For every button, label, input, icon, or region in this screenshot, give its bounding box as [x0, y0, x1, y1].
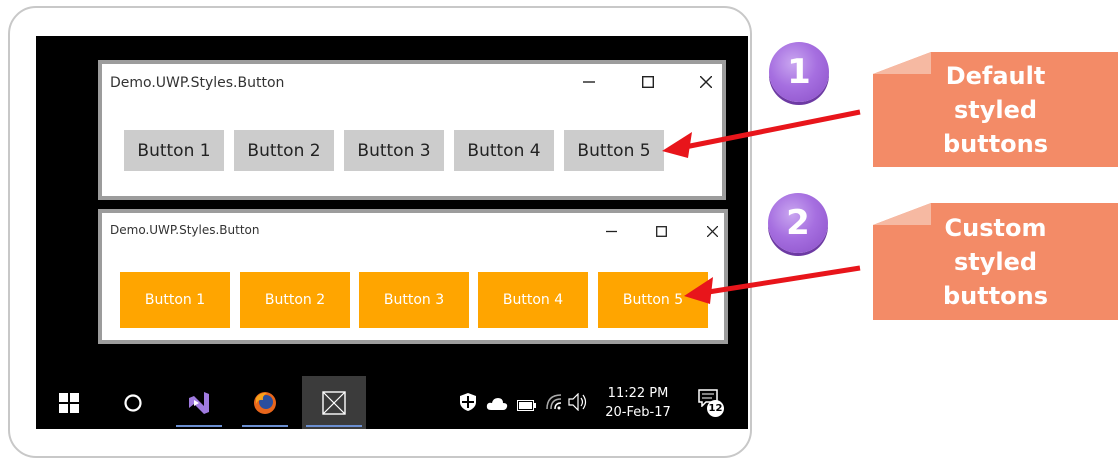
- running-indicator: [242, 425, 288, 427]
- annotation-badge-1: 1: [769, 42, 829, 102]
- window-title: Demo.UWP.Styles.Button: [110, 223, 260, 237]
- volume-icon[interactable]: [568, 392, 588, 415]
- button-5[interactable]: Button 5: [598, 272, 708, 328]
- action-center-icon[interactable]: 12: [698, 389, 724, 417]
- wifi-icon[interactable]: [545, 393, 563, 415]
- tablet-frame: Demo.UWP.Styles.Button Button 1 Button 2…: [8, 6, 752, 458]
- maximize-icon[interactable]: [647, 217, 675, 245]
- app-window-custom: Demo.UWP.Styles.Button Button 1 Button 2…: [98, 209, 728, 344]
- minimize-icon[interactable]: [597, 217, 625, 245]
- button-4[interactable]: Button 4: [454, 130, 554, 171]
- maximize-icon[interactable]: [634, 68, 662, 96]
- running-indicator: [306, 425, 362, 427]
- close-icon[interactable]: [692, 68, 720, 96]
- running-indicator: [176, 425, 222, 427]
- callout-fold: [873, 52, 931, 74]
- windows-start-icon[interactable]: [46, 376, 92, 429]
- taskbar-clock[interactable]: 11:22 PM 20-Feb-17: [602, 384, 674, 422]
- minimize-icon[interactable]: [575, 68, 603, 96]
- taskbar: 11:22 PM 20-Feb-17 12: [36, 376, 748, 429]
- clock-time: 11:22 PM: [607, 386, 669, 401]
- battery-icon[interactable]: [517, 396, 537, 415]
- clock-date: 20-Feb-17: [605, 405, 671, 420]
- button-1[interactable]: Button 1: [120, 272, 230, 328]
- button-4[interactable]: Button 4: [478, 272, 588, 328]
- annotation-badge-2: 2: [768, 193, 828, 253]
- cortana-search-icon[interactable]: [110, 376, 156, 429]
- visual-studio-icon[interactable]: [172, 376, 226, 429]
- close-icon[interactable]: [698, 217, 726, 245]
- app-window-icon[interactable]: [302, 376, 366, 429]
- onedrive-cloud-icon[interactable]: [486, 395, 508, 414]
- button-3[interactable]: Button 3: [344, 130, 444, 171]
- button-1[interactable]: Button 1: [124, 130, 224, 171]
- button-5[interactable]: Button 5: [564, 130, 664, 171]
- app-window-default: Demo.UWP.Styles.Button Button 1 Button 2…: [98, 60, 726, 200]
- button-3[interactable]: Button 3: [359, 272, 469, 328]
- window-title: Demo.UWP.Styles.Button: [110, 75, 285, 91]
- callout-fold: [873, 203, 931, 225]
- button-2[interactable]: Button 2: [234, 130, 334, 171]
- firefox-icon[interactable]: [238, 376, 292, 429]
- defender-shield-icon[interactable]: [460, 393, 476, 415]
- screen: Demo.UWP.Styles.Button Button 1 Button 2…: [36, 36, 748, 429]
- notification-count-badge: 12: [707, 400, 724, 417]
- button-2[interactable]: Button 2: [240, 272, 350, 328]
